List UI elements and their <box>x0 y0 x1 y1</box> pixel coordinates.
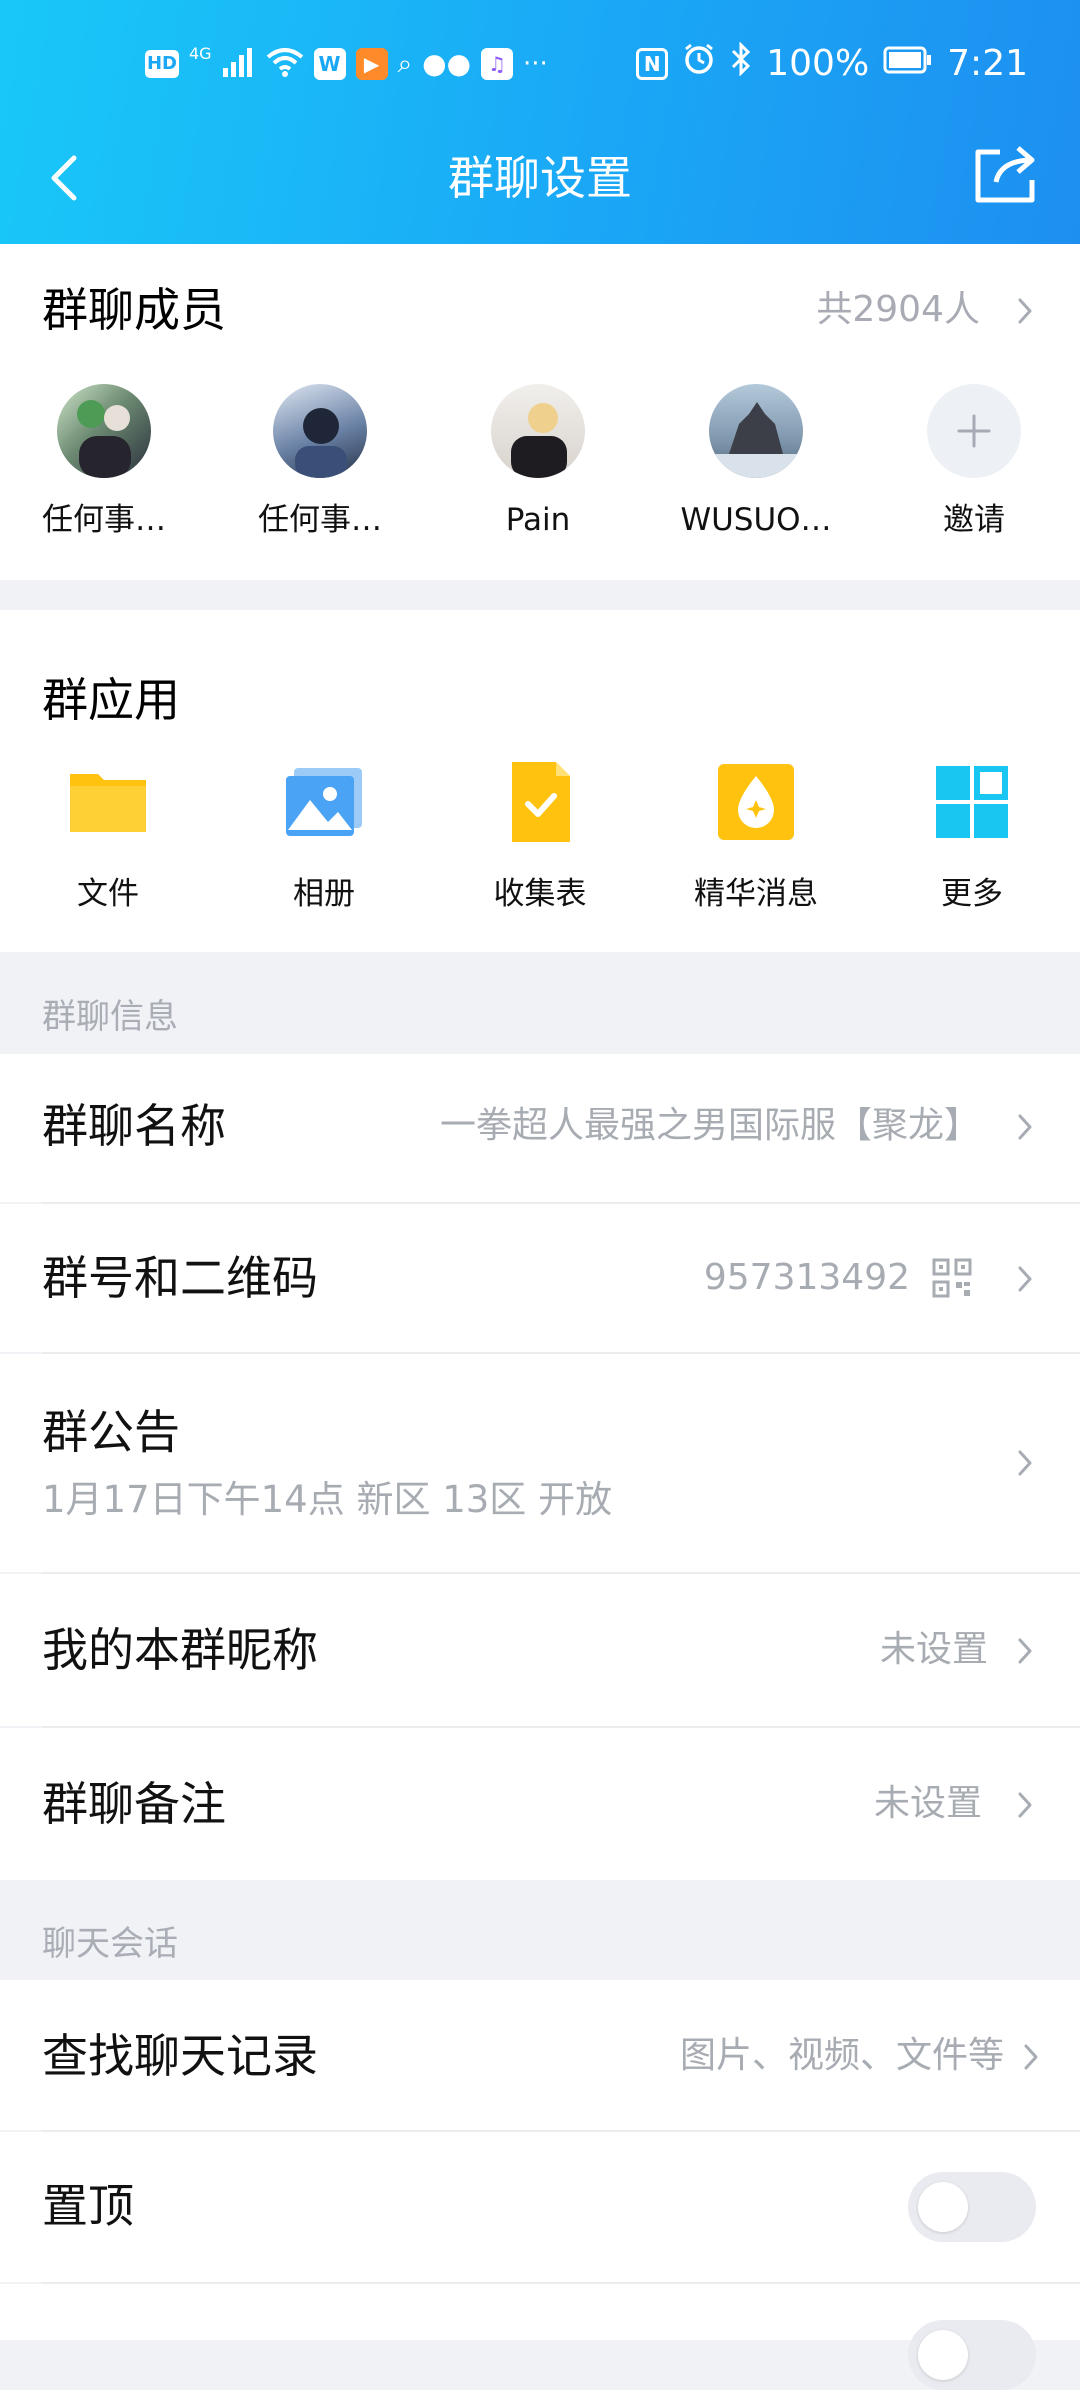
group-remark-row[interactable]: 群聊备注 未设置 <box>0 1728 1080 1880</box>
members-section: 群聊成员 共2904人 任何事… 任何事… Pain WUSUO… 邀请 <box>0 244 1080 580</box>
row-title: 群聊备注 <box>42 1777 226 1831</box>
app-files[interactable]: 文件 <box>8 760 208 914</box>
avatar <box>57 384 151 478</box>
row-title: 置顶 <box>42 2179 134 2233</box>
row-title: 群号和二维码 <box>42 1251 318 1305</box>
nav-bar: 群聊设置 <box>0 140 1080 220</box>
avatar <box>273 384 367 478</box>
section-label-info: 群聊信息 <box>42 997 178 1037</box>
battery-percent: 100% <box>766 43 870 84</box>
chevron-right-icon[interactable] <box>1010 296 1040 326</box>
app-form[interactable]: 收集表 <box>440 760 640 914</box>
folder-icon <box>66 760 150 844</box>
group-apps-section: 群应用 文件 相册 收集表 精华消息 更多 <box>0 610 1080 952</box>
next-row-partial <box>0 2284 1080 2390</box>
share-button[interactable] <box>970 142 1042 208</box>
chevron-right-icon <box>1016 2042 1046 2072</box>
bluetooth-icon <box>730 41 752 85</box>
app-label: 更多 <box>941 876 1003 912</box>
row-title: 群公告 <box>42 1405 180 1459</box>
group-name-row[interactable]: 群聊名称 一拳超人最强之男国际服【聚龙】 <box>0 1054 1080 1202</box>
member-name: Pain <box>505 502 571 538</box>
group-id-value: 957313492 <box>703 1257 910 1298</box>
app-essence[interactable]: 精华消息 <box>656 760 856 914</box>
members-count[interactable]: 共2904人 <box>816 286 980 334</box>
plus-icon <box>927 384 1021 478</box>
clock: 7:21 <box>947 43 1028 84</box>
avatar <box>709 384 803 478</box>
page-title: 群聊设置 <box>448 151 632 205</box>
search-history-row[interactable]: 查找聊天记录 图片、视频、文件等 <box>0 1980 1080 2130</box>
qr-code-icon <box>932 1258 972 1298</box>
alarm-icon <box>682 42 716 85</box>
hd-icon: HD <box>145 50 179 78</box>
member-item[interactable]: WUSUO… <box>656 384 856 540</box>
members-title: 群聊成员 <box>42 283 226 337</box>
row-title: 群聊名称 <box>42 1099 226 1153</box>
essence-icon <box>714 760 798 844</box>
group-id-row[interactable]: 群号和二维码 957313492 <box>0 1204 1080 1352</box>
app-label: 精华消息 <box>694 876 818 912</box>
chevron-right-icon <box>1010 1112 1040 1142</box>
app-album[interactable]: 相册 <box>224 760 424 914</box>
wechat-icon: ●● <box>422 47 472 80</box>
app-more[interactable]: 更多 <box>872 760 1072 914</box>
pin-row: 置顶 <box>0 2132 1080 2282</box>
member-item[interactable]: 任何事… <box>220 384 420 540</box>
toggle[interactable] <box>908 2320 1036 2390</box>
album-icon <box>282 760 366 844</box>
row-title: 我的本群昵称 <box>42 1623 318 1677</box>
member-name: 任何事… <box>42 502 166 538</box>
my-nickname-value: 未设置 <box>879 1629 988 1670</box>
member-name: 任何事… <box>258 502 382 538</box>
chevron-right-icon <box>1010 1790 1040 1820</box>
invite-button[interactable]: 邀请 <box>874 384 1074 540</box>
app-label: 收集表 <box>493 876 587 912</box>
status-bar: HD 4G W ▶ ⌕ ●● ♫ ··· N 100% 7:21 <box>0 40 1080 96</box>
member-item[interactable]: Pain <box>438 384 638 540</box>
share-icon <box>975 146 1035 203</box>
app-label: 文件 <box>77 876 139 912</box>
section-label-chat: 聊天会话 <box>42 1924 178 1964</box>
pin-toggle[interactable] <box>908 2172 1036 2242</box>
member-name: WUSUO… <box>680 502 832 538</box>
avatar <box>491 384 585 478</box>
battery-icon <box>883 43 933 84</box>
header-bar: HD 4G W ▶ ⌕ ●● ♫ ··· N 100% 7:21 群聊设置 <box>0 0 1080 244</box>
search-app-icon: ⌕ <box>397 49 413 79</box>
member-item[interactable]: 任何事… <box>4 384 204 540</box>
more-notifications-icon: ··· <box>523 49 548 79</box>
group-remark-value: 未设置 <box>873 1783 982 1824</box>
toggle-knob <box>918 2182 968 2232</box>
grid-icon <box>930 760 1014 844</box>
group-notice-value: 1月17日下午14点 新区 13区 开放 <box>42 1478 613 1521</box>
search-history-value: 图片、视频、文件等 <box>679 2035 1004 2076</box>
wifi-icon <box>266 46 304 82</box>
network-type: 4G <box>189 44 212 63</box>
row-title: 查找聊天记录 <box>42 2029 318 2083</box>
chevron-right-icon <box>1010 1636 1040 1666</box>
music-icon: ♫ <box>481 48 514 80</box>
form-icon <box>498 760 582 844</box>
status-right: N 100% 7:21 <box>636 41 1028 85</box>
my-nickname-row[interactable]: 我的本群昵称 未设置 <box>0 1574 1080 1726</box>
toggle-knob <box>918 2330 968 2380</box>
chevron-right-icon <box>1010 1264 1040 1294</box>
apps-title: 群应用 <box>42 673 180 727</box>
app-label: 相册 <box>293 876 355 912</box>
group-notice-row[interactable]: 群公告 1月17日下午14点 新区 13区 开放 <box>0 1354 1080 1572</box>
group-name-value: 一拳超人最强之男国际服【聚龙】 <box>439 1105 980 1146</box>
wps-icon: W <box>313 48 346 80</box>
invite-label: 邀请 <box>943 502 1005 538</box>
chevron-right-icon <box>1010 1448 1040 1478</box>
video-app-icon: ▶ <box>355 48 388 80</box>
signal-icon <box>222 46 256 82</box>
status-left: HD 4G W ▶ ⌕ ●● ♫ ··· <box>145 46 548 82</box>
nfc-icon: N <box>636 47 669 80</box>
